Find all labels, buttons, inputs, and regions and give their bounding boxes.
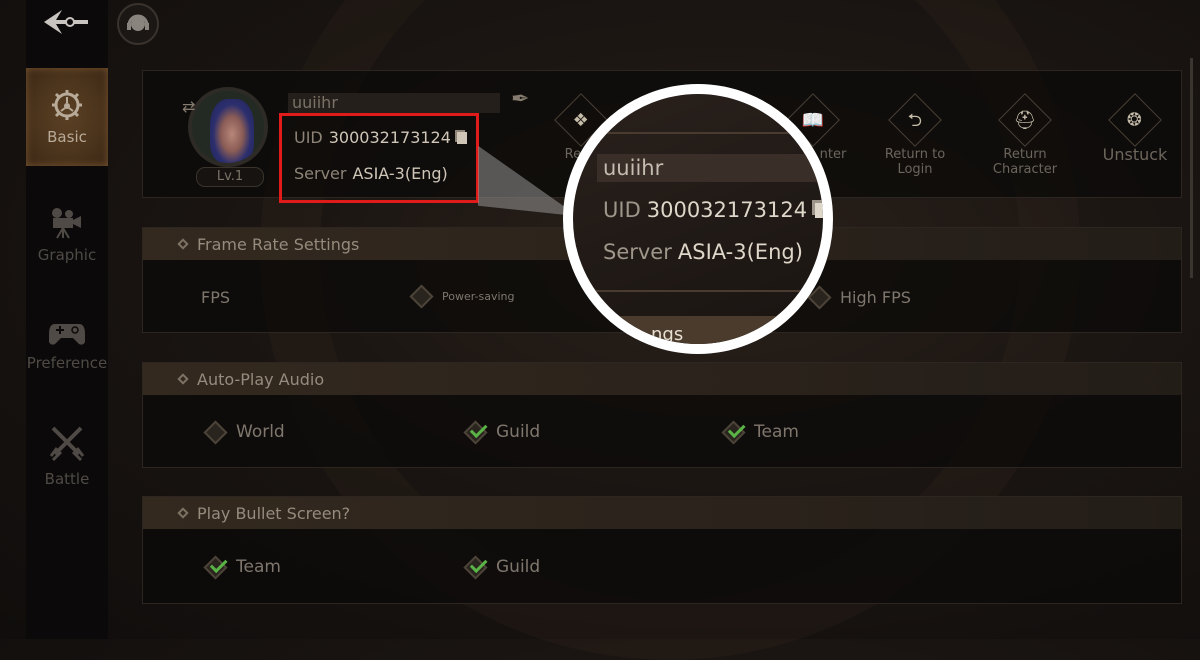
section-header: Play Bullet Screen? xyxy=(143,497,1181,529)
sidebar-item-preference[interactable]: Preference xyxy=(26,296,108,394)
sidebar-item-label: Battle xyxy=(44,470,90,488)
unchecked-box-icon xyxy=(203,419,228,445)
return-character-label-1: Return xyxy=(1003,147,1047,162)
sidebar-item-label: Graphic xyxy=(37,246,97,264)
magnified-uid-row: UID 300032173124 xyxy=(603,198,823,222)
bullet-team-checkbox[interactable]: Team xyxy=(203,554,281,580)
uid-label: UID xyxy=(294,128,323,147)
player-name-field[interactable]: uuiihr xyxy=(288,93,500,113)
checkmark-icon xyxy=(463,554,488,580)
diamond-bullet-icon xyxy=(177,507,189,519)
unstuck-label: Unstuck xyxy=(1102,145,1168,164)
server-row: Server ASIA-3(Eng) xyxy=(294,164,448,183)
helmet-icon: ⛑ xyxy=(998,93,1052,147)
checkmark-icon xyxy=(463,419,488,445)
option-label: Power-saving xyxy=(442,290,515,303)
section-header: Auto-Play Audio xyxy=(143,363,1181,395)
uid-label: UID xyxy=(603,198,641,222)
unstuck-button[interactable]: ❂ Unstuck xyxy=(1087,93,1183,164)
avatar[interactable]: ⇄ Lv.1 xyxy=(182,87,270,187)
checkmark-icon xyxy=(721,419,746,445)
magnified-button-bg xyxy=(573,316,823,344)
section-title: Play Bullet Screen? xyxy=(197,503,351,523)
section-title: Frame Rate Settings xyxy=(197,234,360,254)
unstuck-icon: ❂ xyxy=(1108,93,1162,147)
sidebar-item-graphic[interactable]: Graphic xyxy=(26,186,108,284)
uid-server-highlight: UID 300032173124 Server ASIA-3(Eng) xyxy=(279,113,479,203)
audio-guild-checkbox[interactable]: Guild xyxy=(463,419,541,445)
option-label: Team xyxy=(236,557,281,577)
diamond-bullet-icon xyxy=(177,238,189,250)
divider xyxy=(573,132,823,134)
magnifier-callout: uuiihr UID 300032173124 Server ASIA-3(Eng)… xyxy=(563,84,833,354)
server-label: Server xyxy=(603,240,672,264)
audio-world-checkbox[interactable]: World xyxy=(203,419,285,445)
headset-icon xyxy=(127,14,149,31)
scrollbar[interactable] xyxy=(1190,58,1193,278)
uid-row: UID 300032173124 xyxy=(294,128,467,147)
return-character-label-2: Character xyxy=(992,162,1058,177)
return-character-button[interactable]: ⛑ Return Character xyxy=(977,93,1073,177)
edit-name-icon[interactable]: ✒ xyxy=(511,87,529,112)
audio-team-checkbox[interactable]: Team xyxy=(721,419,799,445)
avatar-portrait xyxy=(188,87,268,167)
high-fps-option[interactable]: High FPS xyxy=(807,285,911,310)
copy-icon xyxy=(815,203,823,218)
magnified-name: uuiihr xyxy=(597,154,823,182)
gear-icon xyxy=(52,90,82,120)
server-value: ASIA-3(Eng) xyxy=(677,240,803,264)
fps-label: FPS xyxy=(201,288,231,307)
bullet-guild-checkbox[interactable]: Guild xyxy=(463,554,541,580)
divider xyxy=(573,290,823,292)
bullet-screen-section: Play Bullet Screen? Team Guild xyxy=(142,496,1182,604)
sidebar-item-battle[interactable]: Battle xyxy=(26,408,108,506)
gamepad-icon xyxy=(49,324,85,345)
back-arrow-icon xyxy=(44,10,88,34)
radio-diamond-icon xyxy=(409,284,434,309)
customer-support-button[interactable] xyxy=(117,3,159,45)
option-label: Team xyxy=(754,422,799,442)
power-saving-option[interactable]: Power-saving xyxy=(409,284,515,309)
magnified-server-row: Server ASIA-3(Eng) xyxy=(603,240,803,264)
option-label: World xyxy=(236,422,285,442)
auto-play-audio-section: Auto-Play Audio World Guild Team xyxy=(142,362,1182,468)
camera-icon xyxy=(52,208,81,239)
return-to-login-button[interactable]: ⮌ Return to Login xyxy=(867,93,963,177)
return-login-label-2: Login xyxy=(897,162,933,177)
checkmark-icon xyxy=(203,554,228,580)
sidebar-item-basic[interactable]: Basic xyxy=(26,68,108,166)
character-portrait xyxy=(210,99,254,163)
back-button[interactable] xyxy=(36,4,96,40)
return-login-label-1: Return to xyxy=(884,147,946,162)
option-label: High FPS xyxy=(840,288,911,307)
sidebar-item-label: Preference xyxy=(26,354,108,372)
return-login-icon: ⮌ xyxy=(888,93,942,147)
uid-value: 300032173124 xyxy=(646,198,808,222)
diamond-bullet-icon xyxy=(177,373,189,385)
server-label: Server xyxy=(294,164,347,183)
swap-icon[interactable]: ⇄ xyxy=(182,97,195,116)
option-label: Guild xyxy=(496,422,541,442)
server-value: ASIA-3(Eng) xyxy=(352,164,448,183)
section-title: Auto-Play Audio xyxy=(197,369,325,389)
uid-value: 300032173124 xyxy=(328,128,451,147)
level-badge: Lv.1 xyxy=(196,167,264,187)
magnified-partial-text: ngs xyxy=(651,324,684,345)
option-label: Guild xyxy=(496,557,541,577)
sidebar-item-label: Basic xyxy=(47,128,87,146)
crossed-swords-icon xyxy=(49,426,85,462)
copy-icon[interactable] xyxy=(456,132,467,144)
